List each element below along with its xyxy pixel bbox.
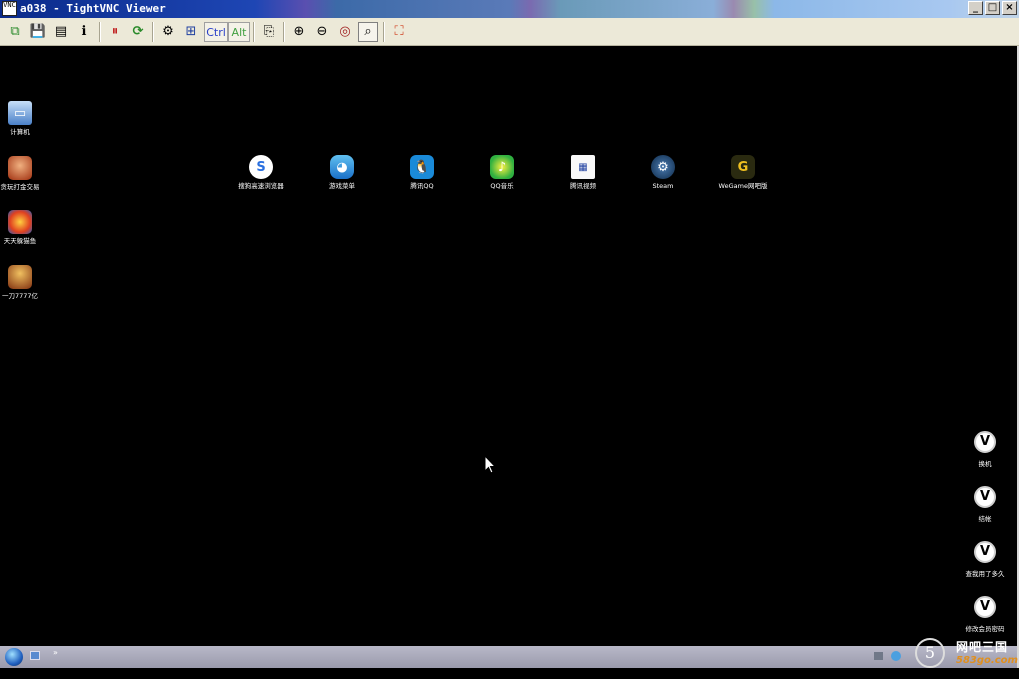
v-logo-icon: V xyxy=(974,486,996,508)
desktop-icon-checkout[interactable]: V 结帐 xyxy=(955,486,1015,523)
desktop-icon-label: Steam xyxy=(652,182,674,190)
zoom-in-icon[interactable]: ⊕ xyxy=(289,22,309,42)
qq-icon: 🐧 xyxy=(410,155,434,179)
options-icon[interactable]: ▤ xyxy=(51,22,71,42)
alt-key-button[interactable]: Alt xyxy=(228,22,250,42)
game-icon xyxy=(8,156,32,180)
desktop-icon-usage-time[interactable]: V 查我用了多久 xyxy=(955,541,1015,578)
fullscreen-icon[interactable]: ⛶ xyxy=(389,22,409,42)
desktop-icon-computer[interactable]: ▭ 计算机 xyxy=(0,101,47,136)
network-tray-icon[interactable] xyxy=(874,652,883,660)
ctrl-alt-del-icon[interactable]: ⚙ xyxy=(158,22,178,42)
desktop-icon-label: 结帐 xyxy=(978,515,992,523)
desktop-icon-sword-game[interactable]: 一刀7777亿 xyxy=(0,265,47,300)
toolbar-separator xyxy=(99,22,101,42)
desktop-icon-label: 换机 xyxy=(978,460,992,468)
vnc-toolbar: ⧉ 💾 ▤ ℹ ⏸ ⟳ ⚙ ⊞ Ctrl Alt ⎘ ⊕ ⊖ ◎ ⌕ ⛶ xyxy=(0,18,1019,46)
window-title: a038 - TightVNC Viewer xyxy=(20,2,166,15)
desktop-icon-label: 修改会员密码 xyxy=(965,625,1005,633)
desktop-icon-label: 天天躲猫鱼 xyxy=(3,237,37,245)
desktop-icon-label: 计算机 xyxy=(10,128,30,136)
desktop-icon-game[interactable]: 贪玩打金交易 xyxy=(0,156,47,191)
sogou-browser-icon: S xyxy=(249,155,273,179)
new-connection-icon[interactable]: ⧉ xyxy=(5,22,25,42)
watermark-logo: 5 网吧三国 583go.com xyxy=(915,636,1019,672)
desktop-icon-label: QQ音乐 xyxy=(490,182,514,190)
qq-music-icon: ♪ xyxy=(490,155,514,179)
save-icon[interactable]: 💾 xyxy=(28,22,48,42)
zoom-100-icon[interactable]: ◎ xyxy=(335,22,355,42)
watermark-text-cn: 网吧三国 xyxy=(956,640,1009,654)
quicklaunch-overflow-icon[interactable]: » xyxy=(53,648,58,657)
title-bar[interactable]: VNC a038 - TightVNC Viewer _ □ × xyxy=(0,0,1019,18)
transfer-icon[interactable]: ⎘ xyxy=(259,22,279,42)
connection-info-icon[interactable]: ℹ xyxy=(74,22,94,42)
desktop-icon-wegame[interactable]: G WeGame网吧版 xyxy=(716,155,770,190)
refresh-icon[interactable]: ⟳ xyxy=(128,22,148,42)
start-button-icon[interactable] xyxy=(5,648,23,666)
steam-icon: ⚙ xyxy=(651,155,675,179)
desktop-icon-label: 搜狗高速浏览器 xyxy=(238,182,284,190)
close-button[interactable]: × xyxy=(1002,1,1017,15)
win-key-icon[interactable]: ⊞ xyxy=(181,22,201,42)
desktop-icon-change-machine[interactable]: V 换机 xyxy=(955,431,1015,468)
v-logo-icon: V xyxy=(974,541,996,563)
wegame-icon: G xyxy=(731,155,755,179)
sword-game-icon xyxy=(8,265,32,289)
game-menu-icon: ◕ xyxy=(330,155,354,179)
ctrl-key-button[interactable]: Ctrl xyxy=(204,22,228,42)
vnc-app-icon[interactable]: VNC xyxy=(2,1,17,16)
computer-icon: ▭ xyxy=(8,101,32,125)
remote-taskbar: » xyxy=(0,646,1017,668)
show-desktop-icon[interactable] xyxy=(30,651,40,660)
desktop-icon-label: 查我用了多久 xyxy=(965,570,1005,578)
toolbar-separator xyxy=(283,22,285,42)
desktop-icon-label: WeGame网吧版 xyxy=(718,182,768,190)
tray-app-icon[interactable] xyxy=(891,651,901,661)
maximize-button[interactable]: □ xyxy=(985,1,1000,15)
toolbar-separator xyxy=(383,22,385,42)
desktop-icon-label: 游戏菜单 xyxy=(329,182,355,190)
zoom-out-icon[interactable]: ⊖ xyxy=(312,22,332,42)
desktop-icon-label: 贪玩打金交易 xyxy=(0,183,40,191)
watermark-number: 5 xyxy=(915,638,945,668)
desktop-icon-qq-music[interactable]: ♪ QQ音乐 xyxy=(475,155,529,190)
desktop-icon-sogou-browser[interactable]: S 搜狗高速浏览器 xyxy=(234,155,288,190)
desktop-icon-label: 腾讯视频 xyxy=(570,182,596,190)
pause-icon[interactable]: ⏸ xyxy=(105,22,125,42)
desktop-icon-game-menu[interactable]: ◕ 游戏菜单 xyxy=(315,155,369,190)
tencent-video-icon: ▦ xyxy=(571,155,595,179)
watermark-text-en: 583go.com xyxy=(956,655,1018,666)
mouse-cursor-icon xyxy=(484,455,496,474)
desktop-icon-qq[interactable]: 🐧 腾讯QQ xyxy=(395,155,449,190)
desktop-icon-label: 一刀7777亿 xyxy=(1,292,39,300)
desktop-icon-tencent-video[interactable]: ▦ 腾讯视频 xyxy=(556,155,610,190)
toolbar-separator xyxy=(152,22,154,42)
minimize-button[interactable]: _ xyxy=(968,1,983,15)
viewer-bottom-edge xyxy=(0,668,1019,679)
desktop-icon-change-password[interactable]: V 修改会员密码 xyxy=(955,596,1015,633)
v-logo-icon: V xyxy=(974,596,996,618)
fish-game-icon xyxy=(8,210,32,234)
zoom-auto-icon[interactable]: ⌕ xyxy=(358,22,378,42)
desktop-icon-fish-game[interactable]: 天天躲猫鱼 xyxy=(0,210,47,245)
desktop-icon-label: 腾讯QQ xyxy=(410,182,434,190)
desktop-icon-steam[interactable]: ⚙ Steam xyxy=(636,155,690,190)
toolbar-separator xyxy=(253,22,255,42)
v-logo-icon: V xyxy=(974,431,996,453)
